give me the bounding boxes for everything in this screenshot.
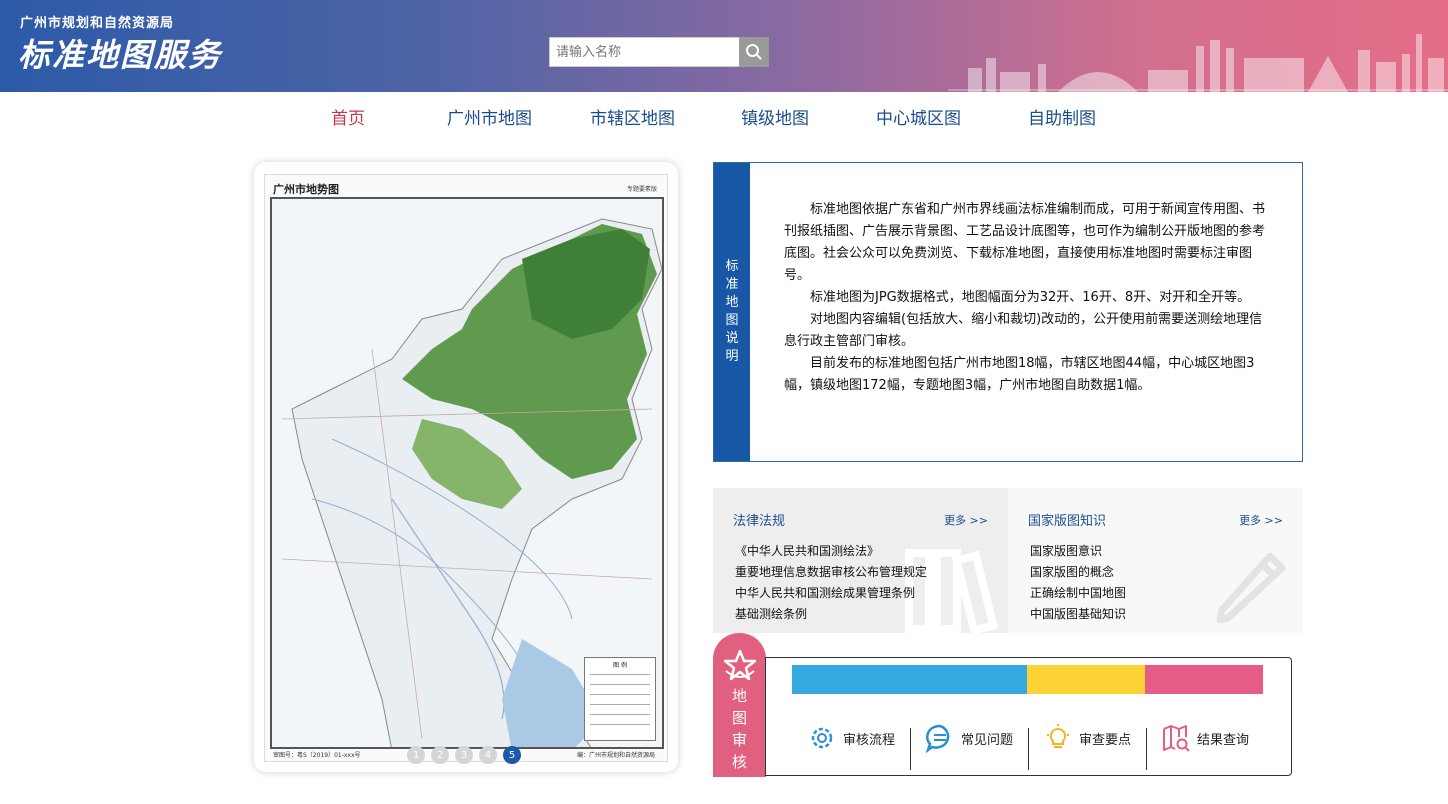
map-review-tab: 地图审核 [713,633,766,777]
site-header: 广州市规划和自然资源局 标准地图服务 [0,0,1448,92]
gear-icon [811,727,833,749]
city-skyline-decoration [948,34,1448,92]
map-image[interactable]: 广州市地势图 专题要素版 图 例 审图号：粤S（2019）01-xxx号 编：广… [264,174,668,762]
laws-list: 《中华人民共和国测绘法》 重要地理信息数据审核公布管理规定 中华人民共和国测绘成… [735,541,927,625]
description-paragraph: 标准地图为JPG数据格式，地图幅面分为32开、16开、8开、对开和全开等。 [810,290,1251,305]
review-points-label: 审查要点 [1078,732,1131,748]
search-icon [746,44,762,60]
review-color-bar [792,665,1263,694]
map-search-icon [1162,725,1190,752]
map-tag: 专题要素版 [626,186,657,193]
color-bar-segment [792,665,1027,694]
legend-row [590,684,650,685]
legend-row [590,674,650,675]
result-query-button[interactable]: 结果查询 [1146,706,1264,770]
map-frame: 图 例 [270,197,664,749]
nav-central-city-map[interactable]: 中心城区图 [876,104,961,129]
description-paragraph: 标准地图依据广东省和广州市界线画法标准编制而成，可用于新闻宣传用图、书刊报纸插图… [784,202,1266,283]
description-paragraph: 目前发布的标准地图包括广州市地图18幅，市辖区地图44幅，中心城区地图3幅，镇级… [784,356,1255,393]
pencil-icon [1216,552,1286,624]
review-points-button[interactable]: 审查要点 [1028,706,1146,770]
star-badge-icon [723,649,757,681]
chat-icon [925,724,950,753]
main-nav: 首页 广州市地图 市辖区地图 镇级地图 中心城区图 自助制图 [0,104,1448,132]
result-query-label: 结果查询 [1196,732,1249,748]
review-process-label: 审核流程 [842,732,895,748]
map-legend: 图 例 [584,657,656,741]
org-name: 广州市规划和自然资源局 [20,16,175,31]
faq-label: 常见问题 [960,732,1013,748]
lightbulb-icon [1046,724,1069,748]
description-body: 标准地图依据广东省和广州市界线画法标准编制而成，可用于新闻宣传用图、书刊报纸插图… [784,199,1274,397]
carousel-dot-active[interactable]: 5 [503,746,521,764]
carousel-pager: 1 2 3 4 5 [407,746,521,764]
knowledge-title: 国家版图知识 [1028,514,1107,529]
carousel-dot[interactable]: 1 [407,746,425,764]
laws-list-item[interactable]: 《中华人民共和国测绘法》 [735,541,927,562]
search-button[interactable] [739,37,769,67]
nav-self-service-map[interactable]: 自助制图 [1028,104,1096,129]
laws-more-link[interactable]: 更多 >> [944,512,988,528]
color-bar-segment [1145,665,1263,694]
map-title: 广州市地势图 [273,183,339,196]
knowledge-list-item[interactable]: 中国版图基础知识 [1030,604,1126,625]
knowledge-panel: 国家版图知识 更多 >> 国家版图意识 国家版图的概念 正确绘制中国地图 中国版… [1008,488,1303,633]
nav-guangzhou-map[interactable]: 广州市地图 [447,104,532,129]
laws-title: 法律法规 [733,514,786,529]
map-publisher: 编：广州市规划和自然资源局 [576,752,655,759]
laws-list-item[interactable]: 中华人民共和国测绘成果管理条例 [735,583,927,604]
legend-row [590,704,650,705]
description-side-label: 标准地图说明 [714,163,750,461]
legend-title: 图 例 [613,662,627,669]
map-carousel[interactable]: 广州市地势图 专题要素版 图 例 审图号：粤S（2019）01-xxx号 编：广… [254,162,678,772]
carousel-dot[interactable]: 3 [455,746,473,764]
laws-panel: 法律法规 更多 >> 《中华人民共和国测绘法》 重要地理信息数据审核公布管理规定… [713,488,1008,633]
knowledge-list-item[interactable]: 正确绘制中国地图 [1030,583,1126,604]
laws-list-item[interactable]: 重要地理信息数据审核公布管理规定 [735,562,927,583]
map-review-label: 地图审核 [713,685,766,773]
color-bar-segment [1027,665,1145,694]
laws-list-item[interactable]: 基础测绘条例 [735,604,927,625]
nav-town-map[interactable]: 镇级地图 [741,104,809,129]
carousel-dot[interactable]: 2 [431,746,449,764]
knowledge-list-item[interactable]: 国家版图的概念 [1030,562,1126,583]
review-process-button[interactable]: 审核流程 [792,706,910,770]
knowledge-more-link[interactable]: 更多 >> [1239,512,1283,528]
site-title[interactable]: 标准地图服务 [18,30,222,76]
nav-home[interactable]: 首页 [331,104,365,129]
carousel-dot[interactable]: 4 [479,746,497,764]
map-review-label-text: 地图审核 [731,687,747,771]
legend-row [590,724,650,725]
nav-district-map[interactable]: 市辖区地图 [590,104,675,129]
faq-button[interactable]: 常见问题 [910,706,1028,770]
search-input[interactable] [549,37,740,67]
knowledge-list: 国家版图意识 国家版图的概念 正确绘制中国地图 中国版图基础知识 [1030,541,1126,625]
standard-map-description: 标准地图说明 标准地图依据广东省和广州市界线画法标准编制而成，可用于新闻宣传用图… [713,162,1303,462]
map-review-box: 审核流程 常见问题 审查要点 结果查询 [765,657,1292,776]
legend-row [590,714,650,715]
description-paragraph: 对地图内容编辑(包括放大、缩小和裁切)改动的，公开使用前需要送测绘地理信息行政主… [784,312,1263,349]
legend-row [590,694,650,695]
approval-number: 审图号：粤S（2019）01-xxx号 [273,752,361,759]
knowledge-list-item[interactable]: 国家版图意识 [1030,541,1126,562]
